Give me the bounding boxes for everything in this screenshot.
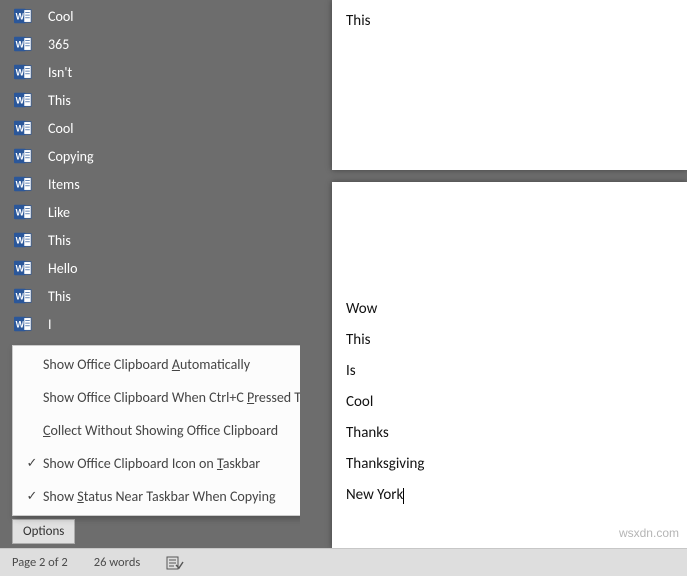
menu-item-label: Show Office Clipboard Automatically: [43, 356, 300, 373]
doc-line: This: [346, 331, 673, 349]
word-icon: W: [12, 90, 34, 110]
doc-line: Wow: [346, 300, 673, 318]
menu-item[interactable]: Collect Without Showing Office Clipboard: [13, 414, 300, 447]
svg-text:W: W: [16, 124, 25, 134]
word-icon: W: [12, 174, 34, 194]
menu-item[interactable]: ✓Show Office Clipboard Icon on Taskbar: [13, 447, 300, 480]
word-icon: W: [12, 258, 34, 278]
clipboard-item[interactable]: W Cool: [0, 114, 300, 142]
clipboard-item-label: Copying: [48, 148, 94, 165]
word-icon: W: [12, 314, 34, 334]
clipboard-item-label: Hello: [48, 260, 78, 277]
svg-text:W: W: [16, 236, 25, 246]
check-icon: ✓: [21, 489, 43, 504]
clipboard-item-label: This: [48, 232, 71, 249]
clipboard-item[interactable]: W This: [0, 86, 300, 114]
menu-item[interactable]: Show Office Clipboard Automatically: [13, 348, 300, 381]
svg-text:W: W: [16, 96, 25, 106]
clipboard-item[interactable]: W Cool: [0, 2, 300, 30]
clipboard-item[interactable]: WI: [0, 310, 300, 338]
clipboard-item-label: Isn't: [48, 64, 72, 81]
word-icon: W: [12, 202, 34, 222]
svg-text:W: W: [16, 320, 25, 330]
clipboard-item[interactable]: W Hello: [0, 254, 300, 282]
options-button[interactable]: Options: [12, 519, 75, 544]
clipboard-pane: WCoolW365WIsn'tWThisWCoolWCopyingWItemsW…: [0, 0, 300, 548]
status-bar: Page 2 of 2 26 words: [0, 548, 687, 576]
word-icon: W: [12, 230, 34, 250]
menu-item-label: Collect Without Showing Office Clipboard: [43, 422, 300, 439]
clipboard-item[interactable]: W This: [0, 282, 300, 310]
doc-line: Is: [346, 362, 673, 380]
clipboard-item-label: Like: [48, 204, 70, 221]
word-icon: W: [12, 6, 34, 26]
status-page[interactable]: Page 2 of 2: [12, 555, 68, 570]
proofing-icon[interactable]: [166, 555, 184, 571]
options-menu: Show Office Clipboard Automatically Show …: [12, 345, 300, 516]
page-1[interactable]: This: [332, 0, 687, 170]
clipboard-item-label: This: [48, 92, 71, 109]
clipboard-item[interactable]: W 365: [0, 30, 300, 58]
doc-line: New York: [346, 486, 673, 504]
word-icon: W: [12, 286, 34, 306]
clipboard-item[interactable]: W Like: [0, 198, 300, 226]
page-2[interactable]: Wow This Is Cool Thanks Thanksgiving New York: [332, 182, 687, 548]
word-icon: W: [12, 62, 34, 82]
svg-text:W: W: [16, 68, 25, 78]
doc-line: Cool: [346, 393, 673, 411]
svg-text:W: W: [16, 264, 25, 274]
clipboard-item-label: I: [48, 316, 52, 333]
menu-item-label: Show Office Clipboard Icon on Taskbar: [43, 455, 300, 472]
check-icon: ✓: [21, 456, 43, 471]
menu-item-label: Show Status Near Taskbar When Copying: [43, 488, 300, 505]
clipboard-item[interactable]: W Copying: [0, 142, 300, 170]
clipboard-item-label: Cool: [48, 8, 73, 25]
doc-line: This: [346, 12, 673, 30]
menu-item-label: Show Office Clipboard When Ctrl+C Presse…: [43, 389, 300, 406]
doc-line: Thanks: [346, 424, 673, 442]
clipboard-item[interactable]: W This: [0, 226, 300, 254]
clipboard-item-label: This: [48, 288, 71, 305]
clipboard-item[interactable]: W Items: [0, 170, 300, 198]
svg-text:W: W: [16, 180, 25, 190]
svg-text:W: W: [16, 292, 25, 302]
svg-text:W: W: [16, 40, 25, 50]
clipboard-item[interactable]: W Isn't: [0, 58, 300, 86]
svg-text:W: W: [16, 208, 25, 218]
svg-text:W: W: [16, 152, 25, 162]
clipboard-item-label: Cool: [48, 120, 73, 137]
document-area: This Wow This Is Cool Thanks Thanksgiving New …: [300, 0, 687, 548]
word-icon: W: [12, 118, 34, 138]
clipboard-item-label: 365: [48, 36, 69, 53]
word-icon: W: [12, 34, 34, 54]
word-icon: W: [12, 146, 34, 166]
doc-line: Thanksgiving: [346, 455, 673, 473]
menu-item[interactable]: Show Office Clipboard When Ctrl+C Presse…: [13, 381, 300, 414]
menu-item[interactable]: ✓Show Status Near Taskbar When Copying: [13, 480, 300, 513]
clipboard-item-label: Items: [48, 176, 80, 193]
status-words[interactable]: 26 words: [94, 555, 141, 570]
svg-text:W: W: [16, 12, 25, 22]
